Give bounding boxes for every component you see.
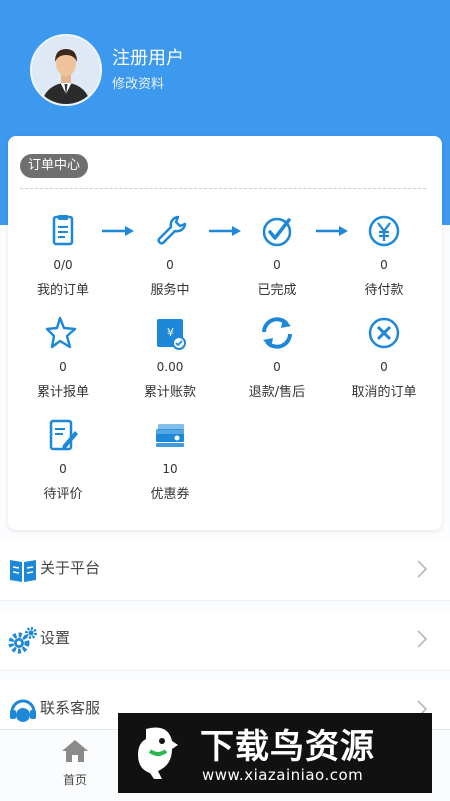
order-item-total-accounts[interactable]: ¥ 0.00 累计账款 bbox=[125, 316, 215, 400]
menu-label: 设置 bbox=[40, 629, 71, 647]
order-item-label: 待评价 bbox=[43, 487, 83, 502]
watermark-title: 下载鸟资源 bbox=[200, 727, 375, 767]
order-item-label: 我的订单 bbox=[36, 283, 89, 298]
order-center-card: 订单中心 0/0 我的订单 0 服务中 0 已完成 0 待付款 0 累计报单 ¥… bbox=[8, 136, 442, 530]
account-icon: ¥ bbox=[157, 319, 186, 350]
order-item-value: 0.00 bbox=[156, 360, 184, 374]
watermark-banner: 下载鸟资源 www.xiazainiao.com bbox=[118, 713, 432, 793]
watermark-url: www.xiazainiao.com bbox=[202, 766, 364, 784]
svg-text:¥: ¥ bbox=[167, 326, 174, 339]
order-item-cancelled[interactable]: 0 取消的订单 bbox=[339, 316, 429, 400]
order-item-coupons[interactable]: 10 优惠券 bbox=[125, 418, 215, 502]
wrench-icon bbox=[157, 215, 187, 245]
star-icon bbox=[45, 316, 77, 349]
gear-icon bbox=[8, 627, 37, 654]
order-item-label: 累计账款 bbox=[143, 385, 196, 400]
cancel-icon bbox=[368, 317, 400, 349]
order-item-label: 优惠券 bbox=[150, 487, 190, 502]
order-item-total-reports[interactable]: 0 累计报单 bbox=[18, 316, 108, 400]
divider bbox=[20, 188, 426, 189]
order-item-completed[interactable]: 0 已完成 bbox=[232, 214, 322, 298]
user-portrait-icon bbox=[32, 36, 100, 104]
order-item-pending-payment[interactable]: 0 待付款 bbox=[339, 214, 429, 298]
menu-label: 联系客服 bbox=[40, 699, 101, 717]
edit-profile-link[interactable]: 修改资料 bbox=[112, 73, 164, 92]
tab-home-label: 首页 bbox=[62, 773, 87, 787]
home-icon bbox=[62, 740, 88, 762]
tab-home[interactable]: 首页 bbox=[45, 738, 105, 788]
order-center-title: 订单中心 bbox=[20, 154, 89, 178]
check-circle-icon bbox=[262, 217, 292, 247]
order-item-label: 取消的订单 bbox=[351, 385, 417, 400]
menu-item-about[interactable]: 关于平台 bbox=[0, 540, 450, 601]
order-item-value: 0 bbox=[273, 258, 281, 272]
order-item-value: 0 bbox=[380, 360, 388, 374]
order-item-value: 0/0 bbox=[53, 258, 73, 272]
bird-logo-icon bbox=[138, 727, 178, 779]
edit-icon bbox=[49, 419, 78, 451]
order-item-value: 0 bbox=[273, 360, 281, 374]
order-item-value: 0 bbox=[166, 258, 174, 272]
order-item-label: 累计报单 bbox=[36, 385, 89, 400]
order-item-to-review[interactable]: 0 待评价 bbox=[18, 418, 108, 502]
order-item-value: 10 bbox=[162, 462, 178, 476]
order-item-label: 待付款 bbox=[364, 283, 404, 298]
order-item-label: 已完成 bbox=[257, 283, 297, 298]
username: 注册用户 bbox=[112, 48, 184, 69]
order-item-value: 0 bbox=[380, 258, 388, 272]
order-item-value: 0 bbox=[59, 462, 67, 476]
chevron-right-icon bbox=[417, 630, 428, 648]
order-item-my-orders[interactable]: 0/0 我的订单 bbox=[18, 214, 108, 298]
avatar[interactable] bbox=[30, 34, 102, 106]
menu-item-settings[interactable]: 设置 bbox=[0, 610, 450, 671]
refresh-icon bbox=[262, 317, 292, 349]
headset-icon bbox=[10, 699, 36, 722]
order-item-label: 服务中 bbox=[150, 283, 190, 298]
order-item-refund[interactable]: 0 退款/售后 bbox=[232, 316, 322, 400]
chevron-right-icon bbox=[417, 560, 428, 578]
order-item-value: 0 bbox=[59, 360, 67, 374]
order-item-label: 退款/售后 bbox=[248, 385, 306, 400]
order-item-in-service[interactable]: 0 服务中 bbox=[125, 214, 215, 298]
yen-icon bbox=[368, 215, 400, 247]
menu-label: 关于平台 bbox=[40, 559, 101, 577]
book-icon bbox=[10, 560, 36, 582]
clipboard-icon bbox=[52, 215, 74, 246]
coupon-icon bbox=[156, 424, 184, 447]
